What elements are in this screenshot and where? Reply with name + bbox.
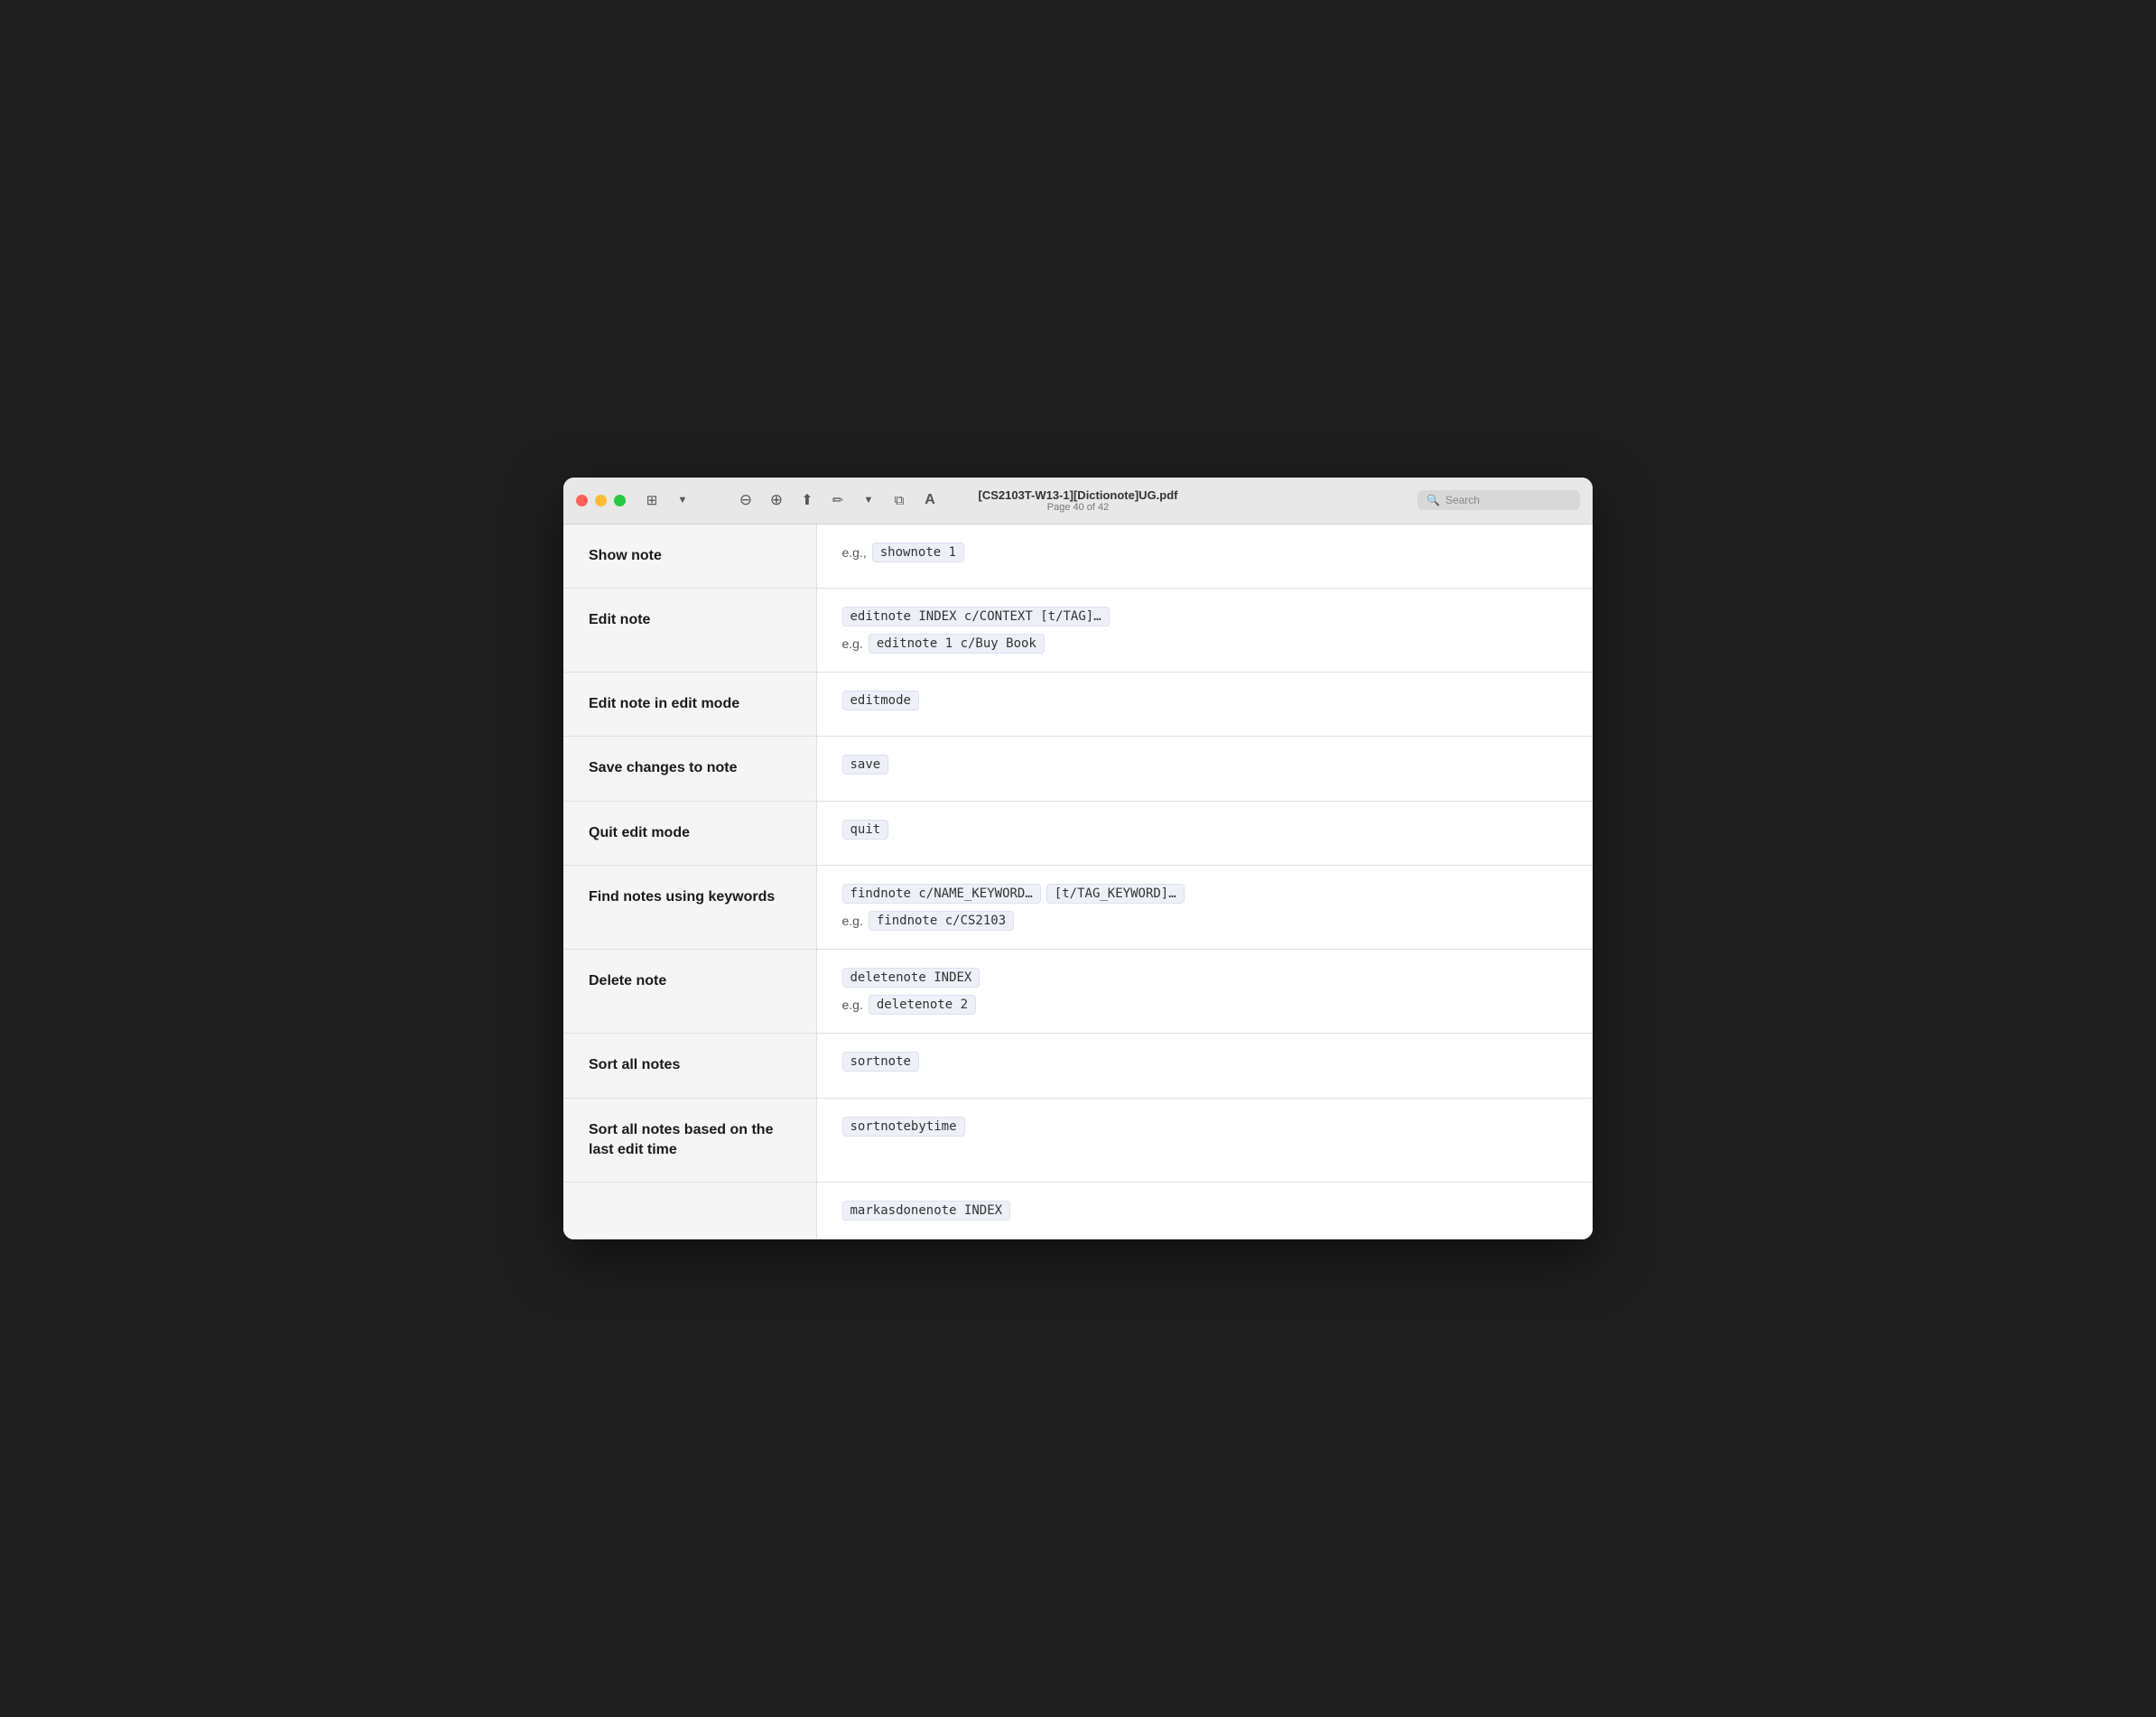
command-line: sortnote xyxy=(842,1052,1568,1072)
traffic-lights xyxy=(576,495,626,506)
document-subtitle: Page 40 of 42 xyxy=(978,502,1177,513)
minimize-button[interactable] xyxy=(595,495,607,506)
command-line: save xyxy=(842,755,1568,775)
command-code: quit xyxy=(842,820,889,840)
row-label: Find notes using keywords xyxy=(589,889,775,905)
window-title-block: [CS2103T-W13-1][Dictionote]UG.pdf Page 4… xyxy=(978,488,1177,513)
row-label: Delete note xyxy=(589,973,666,988)
command-code: deletenote 2 xyxy=(869,995,976,1015)
command-line: markasdonenote INDEX xyxy=(842,1201,1568,1220)
table-row: Save changes to note save xyxy=(563,737,1593,801)
row-label: Edit note xyxy=(589,612,650,627)
command-code: save xyxy=(842,755,889,775)
window-resize-button[interactable]: ⧉ xyxy=(886,487,913,513)
share-button[interactable]: ⬆ xyxy=(794,487,821,513)
command-line: editnote INDEX c/CONTEXT [t/TAG]… xyxy=(842,607,1568,626)
command-line: deletenote INDEX xyxy=(842,968,1568,988)
table-row: Delete note deletenote INDEX e.g. delete… xyxy=(563,950,1593,1034)
eg-prefix: e.g. xyxy=(842,998,863,1012)
command-code: [t/TAG_KEYWORD]… xyxy=(1046,884,1185,904)
sidebar-chevron-button[interactable]: ▼ xyxy=(669,487,696,513)
command-code: markasdonenote INDEX xyxy=(842,1201,1011,1220)
command-code: editnote 1 c/Buy Book xyxy=(869,634,1045,654)
maximize-button[interactable] xyxy=(614,495,626,506)
row-label: Save changes to note xyxy=(589,760,738,775)
annotate-chevron-button[interactable]: ▼ xyxy=(855,487,882,513)
row-label: Show note xyxy=(589,548,662,563)
eg-prefix: e.g., xyxy=(842,545,867,560)
command-code: deletenote INDEX xyxy=(842,968,980,988)
table-row: Find notes using keywords findnote c/NAM… xyxy=(563,866,1593,950)
close-button[interactable] xyxy=(576,495,588,506)
pdf-content: Show note e.g., shownote 1 Edit note edi… xyxy=(563,524,1593,1240)
row-label: Sort all notes xyxy=(589,1057,680,1072)
eg-prefix: e.g. xyxy=(842,914,863,928)
command-code: sortnote xyxy=(842,1052,919,1072)
command-line: sortnotebytime xyxy=(842,1117,1568,1137)
row-label: Quit edit mode xyxy=(589,825,690,840)
command-code: findnote c/CS2103 xyxy=(869,911,1014,931)
table-row: markasdonenote INDEX xyxy=(563,1183,1593,1239)
command-code: shownote 1 xyxy=(872,543,964,562)
command-code: editnote INDEX c/CONTEXT [t/TAG]… xyxy=(842,607,1110,626)
document-title: [CS2103T-W13-1][Dictionote]UG.pdf xyxy=(978,488,1177,502)
row-label: Edit note in edit mode xyxy=(589,696,739,711)
row-label: Sort all notes based on the last edit ti… xyxy=(589,1122,773,1157)
table-row: Sort all notes sortnote xyxy=(563,1034,1593,1098)
titlebar-right: 🔍 Search xyxy=(1417,490,1580,510)
reader-view-button[interactable]: A xyxy=(916,487,943,513)
sidebar-toggle-button[interactable]: ⊞ xyxy=(638,487,665,513)
table-row: Quit edit mode quit xyxy=(563,801,1593,865)
command-code: editmode xyxy=(842,691,919,710)
command-line: findnote c/NAME_KEYWORD… [t/TAG_KEYWORD]… xyxy=(842,884,1568,904)
eg-prefix: e.g. xyxy=(842,636,863,651)
annotate-button[interactable]: ✏ xyxy=(824,487,851,513)
command-code: findnote c/NAME_KEYWORD… xyxy=(842,884,1041,904)
command-line: e.g. deletenote 2 xyxy=(842,995,1568,1015)
app-window: ⊞ ▼ [CS2103T-W13-1][Dictionote]UG.pdf Pa… xyxy=(563,478,1593,1240)
command-code: sortnotebytime xyxy=(842,1117,965,1137)
table-row: Sort all notes based on the last edit ti… xyxy=(563,1098,1593,1183)
command-line: quit xyxy=(842,820,1568,840)
zoom-out-button[interactable]: ⊖ xyxy=(732,487,759,513)
toolbar-controls: ⊖ ⊕ ⬆ ✏ ▼ ⧉ A xyxy=(732,487,943,513)
command-line: e.g., shownote 1 xyxy=(842,543,1568,562)
search-icon: 🔍 xyxy=(1426,494,1440,506)
search-placeholder: Search xyxy=(1445,494,1480,506)
titlebar: ⊞ ▼ [CS2103T-W13-1][Dictionote]UG.pdf Pa… xyxy=(563,478,1593,524)
commands-table: Show note e.g., shownote 1 Edit note edi… xyxy=(563,524,1593,1240)
table-row: Edit note editnote INDEX c/CONTEXT [t/TA… xyxy=(563,589,1593,673)
command-line: e.g. findnote c/CS2103 xyxy=(842,911,1568,931)
table-row: Show note e.g., shownote 1 xyxy=(563,524,1593,589)
command-line: e.g. editnote 1 c/Buy Book xyxy=(842,634,1568,654)
command-line: editmode xyxy=(842,691,1568,710)
table-row: Edit note in edit mode editmode xyxy=(563,673,1593,737)
search-box[interactable]: 🔍 Search xyxy=(1417,490,1580,510)
zoom-in-button[interactable]: ⊕ xyxy=(763,487,790,513)
